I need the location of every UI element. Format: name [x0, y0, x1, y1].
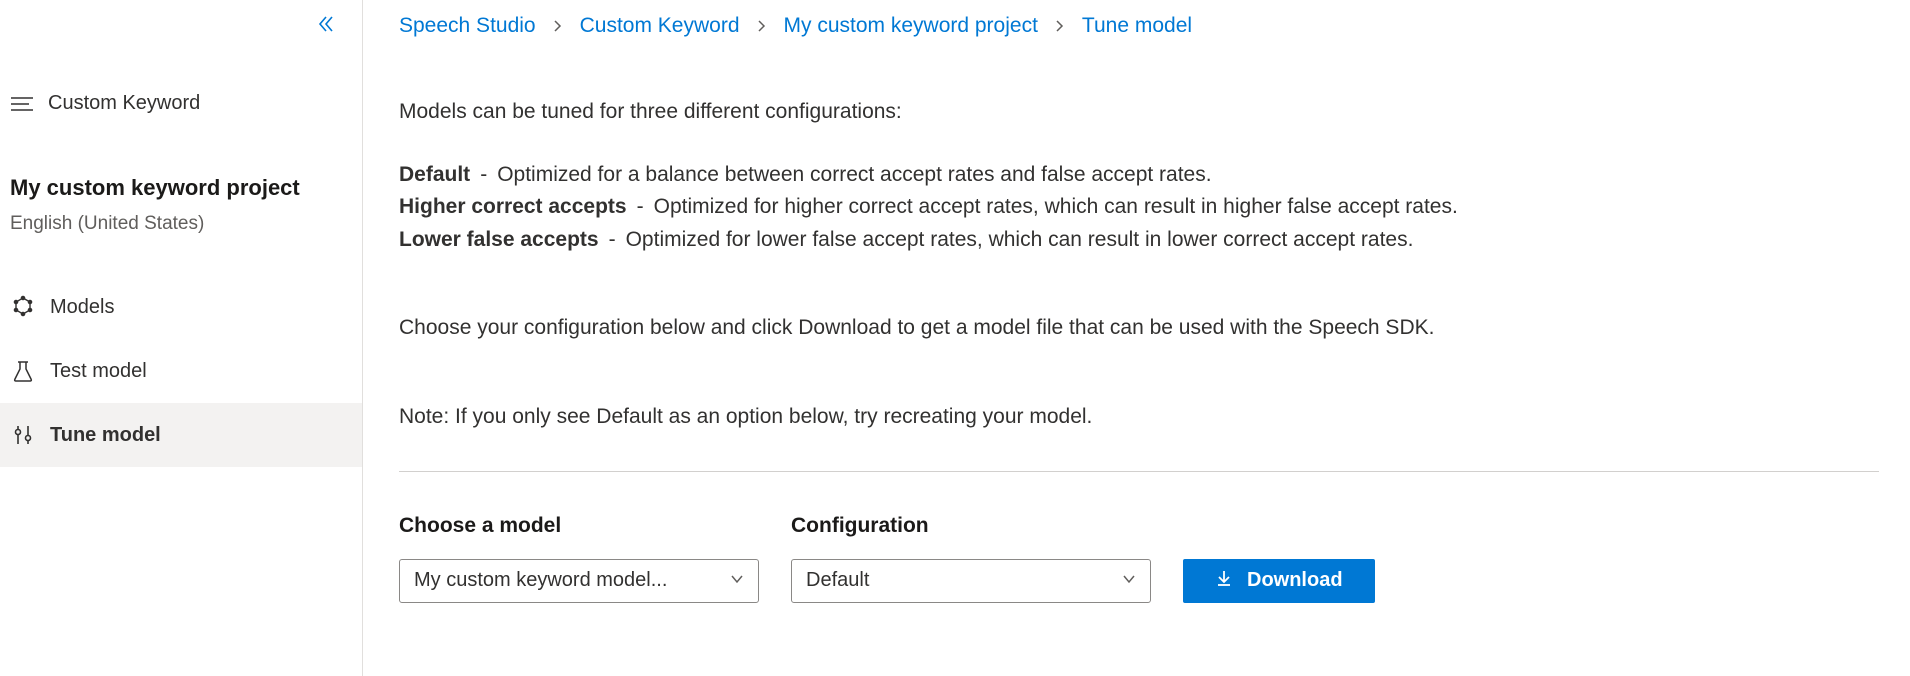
config-name: Higher correct accepts [399, 191, 627, 224]
sidebar: Custom Keyword My custom keyword project… [0, 0, 363, 676]
chevron-right-icon [756, 14, 768, 38]
tune-icon [10, 423, 36, 447]
config-descriptions: Default - Optimized for a balance betwee… [399, 159, 1879, 257]
project-title: My custom keyword project [10, 175, 352, 201]
download-button[interactable]: Download [1183, 559, 1375, 603]
main-content: Speech Studio Custom Keyword My custom k… [363, 0, 1910, 676]
sidebar-link-label: Custom Keyword [48, 92, 200, 115]
config-name: Default [399, 159, 470, 192]
sidebar-item-tune-model[interactable]: Tune model [0, 403, 362, 467]
sidebar-item-label: Tune model [50, 424, 161, 447]
chevron-down-icon [1122, 565, 1136, 596]
breadcrumb-link[interactable]: Speech Studio [399, 14, 536, 38]
sidebar-item-label: Models [50, 296, 114, 319]
config-name: Lower false accepts [399, 224, 599, 257]
sidebar-item-test-model[interactable]: Test model [0, 339, 362, 403]
breadcrumb-link[interactable]: My custom keyword project [784, 14, 1038, 38]
choose-instruction: Choose your configuration below and clic… [399, 312, 1879, 345]
flask-icon [10, 359, 36, 383]
note-text: Note: If you only see Default as an opti… [399, 401, 1879, 434]
configuration-select[interactable]: Default [791, 559, 1151, 603]
models-icon [10, 295, 36, 319]
sidebar-link-custom-keyword[interactable]: Custom Keyword [0, 80, 362, 127]
breadcrumb: Speech Studio Custom Keyword My custom k… [399, 14, 1910, 38]
sidebar-item-models[interactable]: Models [0, 275, 362, 339]
config-desc: Optimized for a balance between correct … [497, 159, 1211, 192]
download-button-label: Download [1247, 569, 1343, 592]
chevron-right-icon [552, 14, 564, 38]
sidebar-item-label: Test model [50, 360, 147, 383]
project-locale: English (United States) [10, 213, 352, 235]
select-value: Default [806, 565, 869, 596]
choose-model-label: Choose a model [399, 510, 759, 543]
divider [399, 471, 1879, 472]
chevron-down-icon [730, 565, 744, 596]
download-icon [1215, 569, 1233, 593]
config-desc: Optimized for higher correct accept rate… [654, 191, 1458, 224]
config-desc: Optimized for lower false accept rates, … [626, 224, 1414, 257]
intro-text: Models can be tuned for three different … [399, 96, 1879, 129]
select-value: My custom keyword model... [414, 565, 667, 596]
chevron-right-icon [1054, 14, 1066, 38]
hamburger-icon [10, 96, 34, 112]
breadcrumb-link[interactable]: Custom Keyword [580, 14, 740, 38]
configuration-label: Configuration [791, 510, 1151, 543]
breadcrumb-link[interactable]: Tune model [1082, 14, 1192, 38]
choose-model-select[interactable]: My custom keyword model... [399, 559, 759, 603]
collapse-sidebar-icon[interactable] [316, 14, 336, 40]
